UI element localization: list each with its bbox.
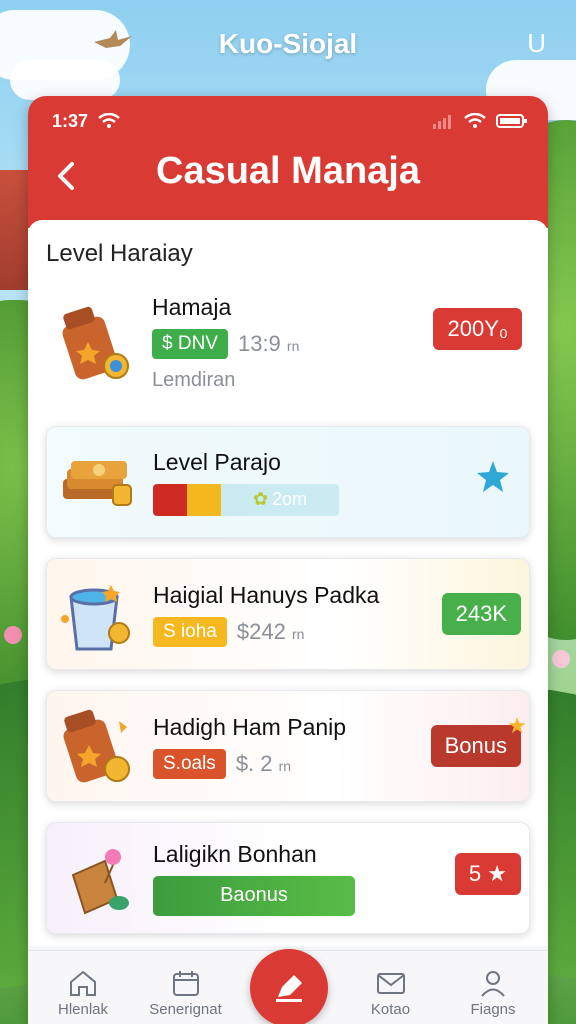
nav-item-home[interactable]: Hlenlak [38, 951, 128, 1024]
price-tag: S.oals [153, 748, 226, 779]
level-progress: ✿ 2om [153, 483, 339, 516]
bonus-button[interactable]: Bonus ★ [430, 713, 527, 767]
edit-icon [276, 975, 302, 1002]
list-item[interactable]: Level Parajo ✿ 2om [46, 426, 530, 538]
item-name: Level Parajo [153, 448, 281, 475]
phone-screen: 1:37 Casual Manaja Level Haraiay Hamaja … [28, 96, 548, 1024]
rating-button[interactable]: 5 ★ [454, 853, 521, 895]
price-tag: $ DNV [152, 329, 228, 359]
item-meta: $242 rn [236, 618, 305, 644]
page-title: Casual Manaja [156, 150, 420, 192]
treasure-bag-icon [62, 306, 129, 380]
gift-bag-icon [71, 849, 129, 915]
item-subtitle: Lemdiran [152, 369, 236, 391]
user-icon [481, 971, 505, 997]
calendar-icon [172, 971, 199, 996]
nav-label: Fiagns [470, 1001, 516, 1018]
bucket-icon [61, 585, 130, 651]
status-bar: 1:37 [52, 110, 528, 132]
home-icon [70, 970, 96, 996]
nav-label: Kotao [370, 1001, 411, 1018]
claim-button[interactable]: 200Y₀ [433, 308, 522, 350]
treasure-bag-icon [63, 709, 130, 783]
claim-button[interactable]: 243K [441, 593, 521, 635]
nav-label: Hlenlak [57, 1001, 109, 1018]
price-tag: S ioha [153, 616, 227, 647]
cash-stack-icon [63, 461, 132, 506]
nav-item-profile[interactable]: Fiagns [448, 951, 538, 1024]
content: Level Haraiay Hamaja $ DNV 13:9 rn Lemdi… [28, 220, 548, 946]
progress-label: 2om [272, 489, 308, 509]
status-time: 1:37 [52, 110, 89, 131]
list-item[interactable]: Hamaja $ DNV 13:9 rn Lemdiran 200Y₀ [46, 280, 530, 406]
bottom-nav: Hlenlak Senerignat Kotao Fiagns [28, 949, 548, 1024]
list-item[interactable]: Haigial Hanuys Padka S ioha $242 rn 243K [46, 558, 530, 670]
list-item[interactable]: Hadigh Ham Panip S.oals $. 2 rn Bonus ★ [46, 690, 530, 802]
star-icon[interactable] [475, 459, 511, 495]
corner-glyph: U [527, 28, 546, 58]
bonus-label: Bonus [444, 733, 507, 758]
item-meta: $. 2 rn [235, 750, 292, 776]
star-icon: ★ [507, 713, 527, 738]
header: 1:37 Casual Manaja [28, 96, 548, 228]
bonus-bar[interactable]: Baonus [153, 875, 355, 916]
item-meta: 13:9 rn [237, 331, 300, 356]
clover-icon: ✿ [252, 489, 269, 509]
wifi-icon [98, 113, 120, 128]
list-item[interactable]: Laligikn Bonhan Baonus 5 ★ [46, 822, 530, 934]
edit-button[interactable] [250, 949, 328, 1024]
nav-item-calendar[interactable]: Senerignat [141, 951, 231, 1024]
battery-icon [496, 114, 527, 128]
nav-item-mail[interactable]: Kotao [346, 951, 436, 1024]
wifi-icon [464, 113, 486, 128]
nav-label: Senerignat [149, 1001, 222, 1018]
mail-icon [376, 973, 405, 994]
signal-icon [433, 115, 451, 129]
app-title: Kuo-Siojal [218, 28, 358, 59]
section-title: Level Haraiay [46, 240, 193, 267]
